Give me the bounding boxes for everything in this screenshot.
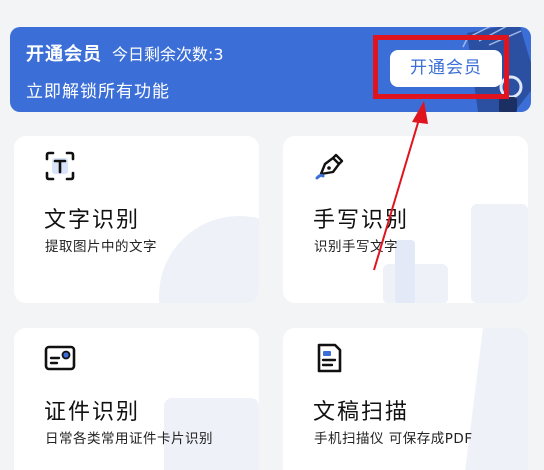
feature-card-handwriting[interactable]: 手写识别 识别手写文字 <box>283 136 528 303</box>
id-card-icon <box>44 345 76 371</box>
remaining-count: 今日剩余次数:3 <box>112 45 224 64</box>
feature-card-id-ocr[interactable]: 证件识别 日常各类常用证件卡片识别 <box>14 328 259 470</box>
pen-icon <box>315 153 344 180</box>
feature-title: 文字识别 <box>44 208 141 233</box>
feature-title: 证件识别 <box>44 400 141 425</box>
feature-title: 文稿扫描 <box>313 400 410 425</box>
feature-card-text-ocr[interactable]: 文字识别 提取图片中的文字 <box>14 136 259 303</box>
document-icon <box>317 343 342 373</box>
banner-header: 开通会员 今日剩余次数:3 <box>26 40 224 66</box>
annotation-highlight-box <box>373 35 509 99</box>
banner-title: 开通会员 <box>26 44 102 65</box>
feature-title: 手写识别 <box>313 208 410 233</box>
text-scan-icon <box>45 151 75 181</box>
feature-card-document-scan[interactable]: 文稿扫描 手机扫描仪 可保存成PDF <box>283 328 528 470</box>
feature-description: 提取图片中的文字 <box>45 239 157 255</box>
feature-description: 手机扫描仪 可保存成PDF <box>314 431 473 447</box>
feature-description: 识别手写文字 <box>314 239 398 255</box>
banner-subtitle: 立即解锁所有功能 <box>26 82 170 102</box>
page: 开通会员 今日剩余次数:3 立即解锁所有功能 开通会员 文字识别 提取图片中的文… <box>0 0 544 470</box>
feature-description: 日常各类常用证件卡片识别 <box>45 431 213 447</box>
